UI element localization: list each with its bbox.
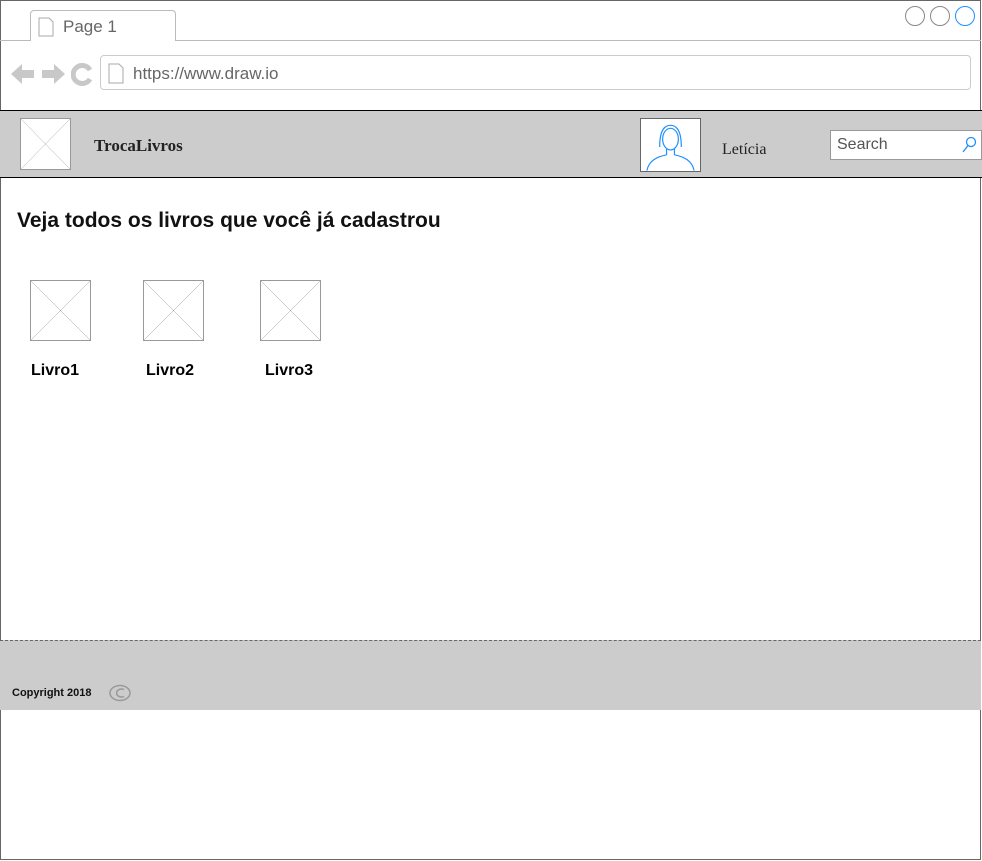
copyright-text: Copyright 2018: [12, 687, 92, 699]
footer: Copyright 2018: [0, 640, 981, 710]
browser-tab[interactable]: Page 1: [30, 10, 176, 41]
close-button[interactable]: [955, 6, 975, 26]
book-label-3[interactable]: Livro3: [265, 362, 313, 380]
navbar: TrocaLivros Letícia Search: [0, 110, 982, 178]
address-bar[interactable]: https://www.draw.io: [100, 55, 971, 90]
logo-image-placeholder: [20, 118, 71, 170]
reload-icon[interactable]: [71, 62, 95, 86]
page-icon: [108, 63, 124, 84]
page-heading: Veja todos os livros que você já cadastr…: [17, 209, 441, 232]
book-cover-1[interactable]: [30, 280, 91, 341]
back-arrow-icon[interactable]: [10, 62, 36, 86]
brand-name[interactable]: TrocaLivros: [94, 136, 183, 156]
minimize-button[interactable]: [905, 6, 925, 26]
user-avatar[interactable]: [640, 118, 701, 172]
forward-arrow-icon[interactable]: [40, 62, 66, 86]
tab-label: Page 1: [63, 17, 117, 36]
user-name[interactable]: Letícia: [722, 141, 766, 159]
user-avatar-icon: [646, 124, 695, 171]
book-label-1[interactable]: Livro1: [31, 362, 79, 380]
book-label-2[interactable]: Livro2: [146, 362, 194, 380]
copyright-icon: [109, 684, 131, 702]
book-cover-3[interactable]: [260, 280, 321, 341]
url-text: https://www.draw.io: [133, 64, 279, 83]
search-placeholder: Search: [837, 136, 888, 153]
book-cover-2[interactable]: [143, 280, 204, 341]
page-icon: [38, 17, 54, 37]
maximize-button[interactable]: [930, 6, 950, 26]
search-icon[interactable]: [961, 136, 977, 154]
search-input[interactable]: Search: [830, 130, 982, 160]
